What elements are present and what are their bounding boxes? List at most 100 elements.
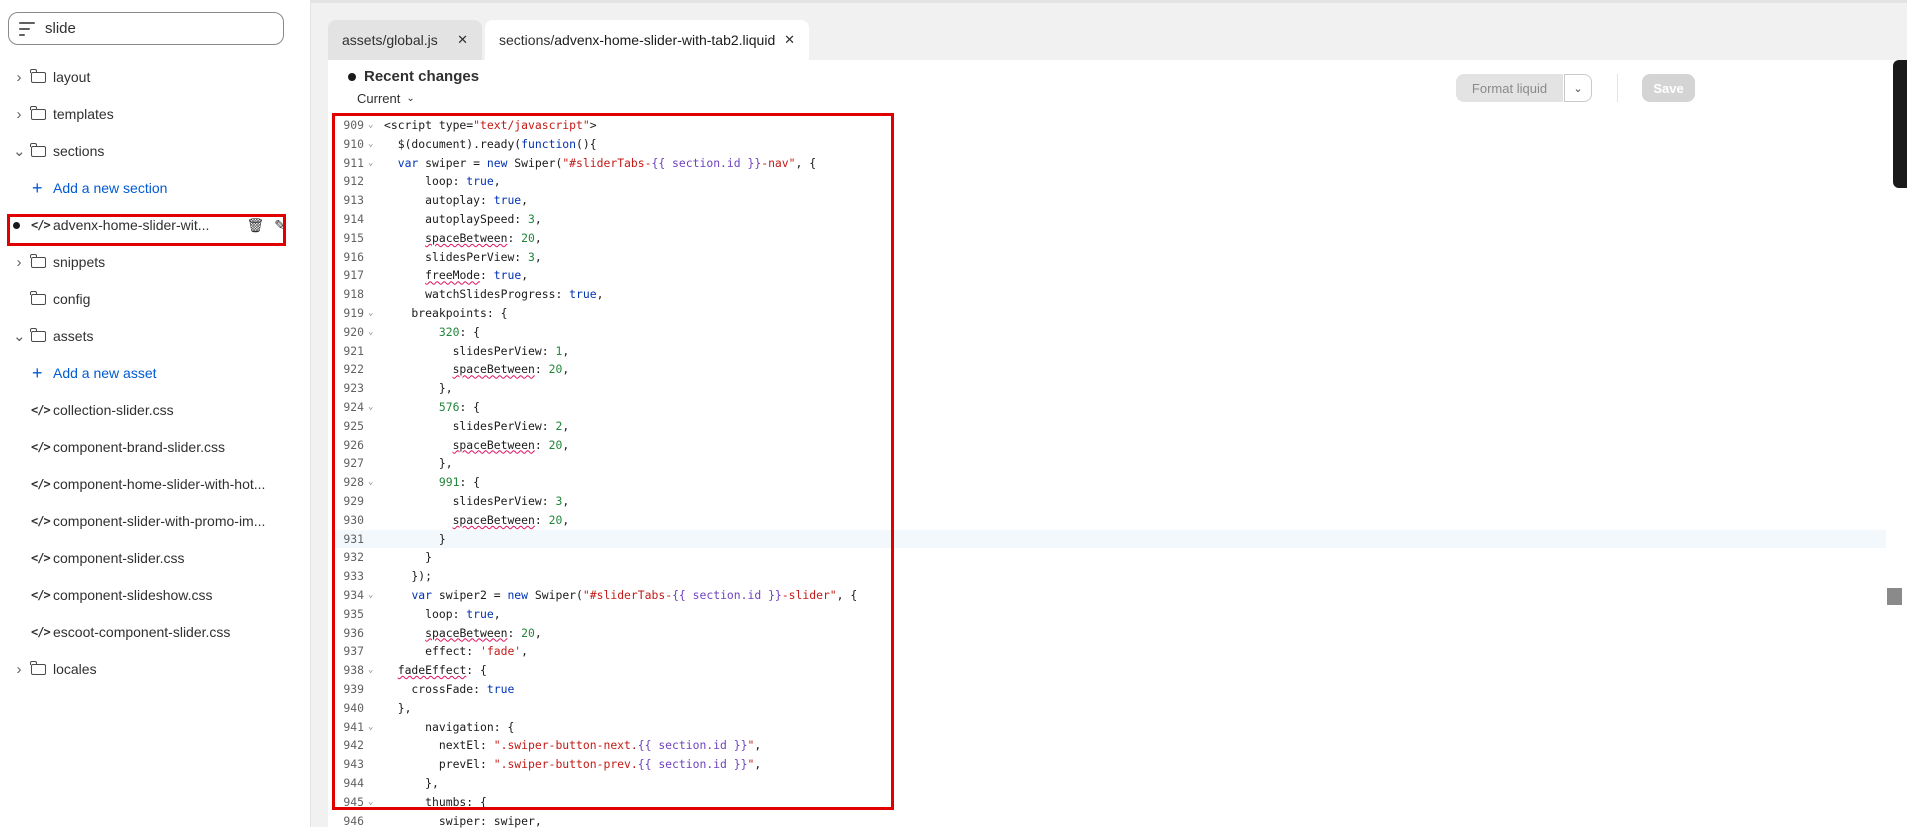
code-line[interactable]: 921 slidesPerView: 1, <box>334 342 1886 361</box>
close-icon[interactable]: ✕ <box>457 32 468 48</box>
line-number: 921 <box>343 343 364 358</box>
tab-global-js[interactable]: assets/global.js ✕ <box>328 20 482 60</box>
code-line[interactable]: 926 spaceBetween: 20, <box>334 436 1886 455</box>
code-line[interactable]: 937 effect: 'fade', <box>334 642 1886 661</box>
file-search-input[interactable] <box>43 19 267 38</box>
folder-item-snippets[interactable]: › snippets <box>0 245 300 279</box>
code-line[interactable]: 928 ⌄ 991: { <box>334 473 1886 492</box>
code-line[interactable]: 915 spaceBetween: 20, <box>334 229 1886 248</box>
folder-item-templates[interactable]: › templates <box>0 97 300 131</box>
code-editor[interactable]: 909 ⌄ <script type="text/javascript"> 910 ⌄ … <box>334 116 1886 830</box>
add-new-link[interactable]: + Add a new section <box>0 171 300 205</box>
code-line[interactable]: 929 slidesPerView: 3, <box>334 492 1886 511</box>
code-line[interactable]: 941 ⌄ navigation: { <box>334 718 1886 737</box>
code-line[interactable]: 935 loop: true, <box>334 605 1886 624</box>
file-search-box[interactable] <box>8 12 284 45</box>
code-line[interactable]: 946 swiper: swiper, <box>334 812 1886 830</box>
add-new-link[interactable]: + Add a new asset <box>0 356 300 390</box>
code-text: autoplaySpeed: 3, <box>384 212 542 226</box>
code-line[interactable]: 924 ⌄ 576: { <box>334 398 1886 417</box>
chevron-right-icon[interactable]: › <box>13 661 25 678</box>
tree-item-label: sections <box>53 143 105 159</box>
fold-chevron-icon[interactable]: ⌄ <box>368 398 373 417</box>
scrollbar-thumb[interactable] <box>1887 588 1902 605</box>
code-line[interactable]: 909 ⌄ <script type="text/javascript"> <box>334 116 1886 135</box>
code-line[interactable]: 914 autoplaySpeed: 3, <box>334 210 1886 229</box>
format-options-button[interactable]: ⌄ <box>1564 74 1592 102</box>
code-line[interactable]: 913 autoplay: true, <box>334 191 1886 210</box>
tree-item-label: config <box>53 291 91 307</box>
file-item[interactable]: </> collection-slider.css <box>0 393 300 427</box>
code-line[interactable]: 920 ⌄ 320: { <box>334 323 1886 342</box>
code-line[interactable]: 936 spaceBetween: 20, <box>334 624 1886 643</box>
code-line[interactable]: 943 prevEl: ".swiper-button-prev.{{ sect… <box>334 755 1886 774</box>
code-line[interactable]: 916 slidesPerView: 3, <box>334 248 1886 267</box>
floating-toolbar[interactable] <box>1893 60 1907 188</box>
file-item[interactable]: </> component-slider-with-promo-im... <box>0 504 300 538</box>
fold-chevron-icon[interactable]: ⌄ <box>368 135 373 154</box>
folder-item-layout[interactable]: › layout <box>0 60 300 94</box>
code-line[interactable]: 927 }, <box>334 454 1886 473</box>
code-line[interactable]: 942 nextEl: ".swiper-button-next.{{ sect… <box>334 736 1886 755</box>
code-line[interactable]: 922 spaceBetween: 20, <box>334 360 1886 379</box>
file-item[interactable]: </> component-home-slider-with-hot... <box>0 467 300 501</box>
code-line[interactable]: 930 spaceBetween: 20, <box>334 511 1886 530</box>
folder-item-assets[interactable]: ⌄ assets <box>0 319 300 353</box>
fold-chevron-icon[interactable]: ⌄ <box>368 304 373 323</box>
fold-chevron-icon[interactable]: ⌄ <box>368 661 373 680</box>
chevron-right-icon[interactable]: › <box>13 69 25 86</box>
fold-chevron-icon[interactable]: ⌄ <box>368 718 373 737</box>
folder-item-locales[interactable]: › locales <box>0 652 300 686</box>
folder-item-config[interactable]: config <box>0 282 300 316</box>
tab-advenx-home-slider[interactable]: sections/advenx-home-slider-with-tab2.li… <box>485 20 809 60</box>
folder-icon <box>30 327 46 342</box>
folder-item-sections[interactable]: ⌄ sections <box>0 134 300 168</box>
fold-chevron-icon[interactable]: ⌄ <box>368 586 373 605</box>
code-line[interactable]: 912 loop: true, <box>334 172 1886 191</box>
code-text: }); <box>384 569 433 584</box>
code-line[interactable]: 919 ⌄ breakpoints: { <box>334 304 1886 323</box>
code-line[interactable]: 938 ⌄ fadeEffect: { <box>334 661 1886 680</box>
code-text: var swiper = new Swiper("#sliderTabs-{{ … <box>397 155 817 170</box>
code-line[interactable]: 931 } <box>334 529 1886 549</box>
code-text: effect: 'fade', <box>384 644 529 659</box>
code-text: thumbs: { <box>384 794 487 809</box>
save-button[interactable]: Save <box>1642 74 1695 102</box>
code-line[interactable]: 945 ⌄ thumbs: { <box>334 793 1886 812</box>
close-icon[interactable]: ✕ <box>784 32 795 48</box>
chevron-down-icon[interactable]: ⌄ <box>13 327 26 345</box>
fold-chevron-icon[interactable]: ⌄ <box>368 793 373 812</box>
version-select[interactable]: Current ⌄ <box>357 91 415 106</box>
format-liquid-button[interactable]: Format liquid <box>1456 74 1563 102</box>
code-line[interactable]: 944 }, <box>334 774 1886 793</box>
line-number: 942 <box>343 738 364 753</box>
line-number: 938 <box>343 663 364 678</box>
code-line[interactable]: 911 ⌄ var swiper = new Swiper("#sliderTab… <box>334 154 1886 173</box>
code-line[interactable]: 918 watchSlidesProgress: true, <box>334 285 1886 304</box>
code-line[interactable]: 923 }, <box>334 379 1886 398</box>
divider <box>1617 74 1618 102</box>
code-line[interactable]: 917 freeMode: true, <box>334 266 1886 285</box>
tree-item-label: snippets <box>53 254 106 270</box>
file-item[interactable]: </> component-brand-slider.css <box>0 430 300 464</box>
code-line[interactable]: 939 crossFade: true <box>334 680 1886 699</box>
tree-item-label: assets <box>53 328 94 344</box>
code-line[interactable]: 934 ⌄ var swiper2 = new Swiper("#sliderTa… <box>334 586 1886 605</box>
code-line[interactable]: 910 ⌄ $(document).ready(function(){ <box>334 135 1886 154</box>
code-line[interactable]: 932 } <box>334 548 1886 567</box>
folder-icon <box>30 660 46 675</box>
code-line[interactable]: 933 }); <box>334 567 1886 586</box>
file-item[interactable]: </> escoot-component-slider.css <box>0 615 300 649</box>
code-line[interactable]: 940 }, <box>334 699 1886 718</box>
fold-chevron-icon[interactable]: ⌄ <box>368 154 373 173</box>
chevron-right-icon[interactable]: › <box>13 254 25 271</box>
code-line[interactable]: 925 slidesPerView: 2, <box>334 417 1886 436</box>
fold-chevron-icon[interactable]: ⌄ <box>368 116 373 135</box>
chevron-down-icon[interactable]: ⌄ <box>13 142 26 160</box>
folder-icon <box>30 253 46 268</box>
fold-chevron-icon[interactable]: ⌄ <box>368 323 373 342</box>
fold-chevron-icon[interactable]: ⌄ <box>368 473 373 492</box>
file-item[interactable]: </> component-slideshow.css <box>0 578 300 612</box>
chevron-right-icon[interactable]: › <box>13 106 25 123</box>
file-item[interactable]: </> component-slider.css <box>0 541 300 575</box>
